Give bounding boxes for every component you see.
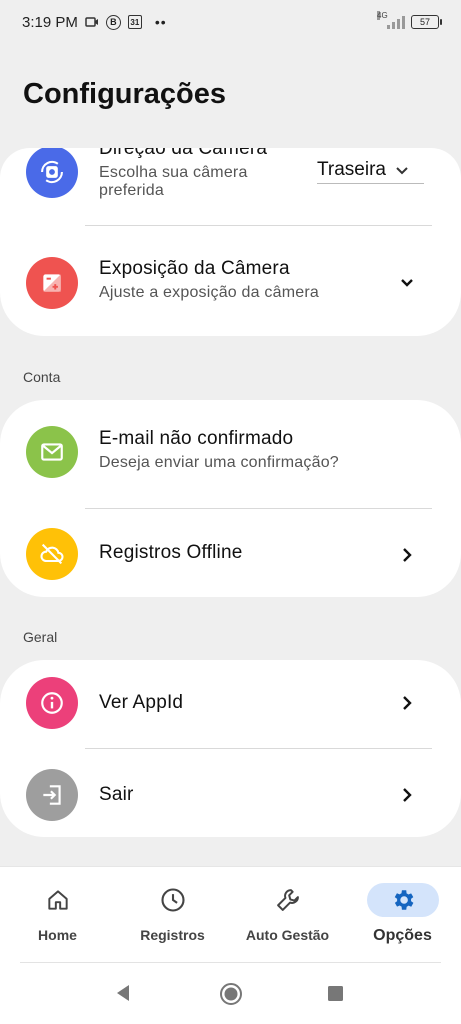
notification-b-icon: B bbox=[105, 14, 121, 30]
home-circle-icon[interactable] bbox=[219, 982, 243, 1006]
chevron-right-icon[interactable] bbox=[398, 694, 416, 712]
signal-icon: 4G bbox=[377, 11, 405, 29]
divider bbox=[85, 225, 432, 226]
wrench-icon bbox=[276, 889, 299, 911]
nav-auto-gestao[interactable]: Auto Gestão bbox=[230, 867, 345, 965]
battery-icon: 57 bbox=[411, 15, 442, 29]
email-confirm-row[interactable]: E-mail não confirmado Deseja enviar uma … bbox=[0, 404, 461, 506]
email-confirm-title: E-mail não confirmado bbox=[99, 428, 294, 449]
info-icon bbox=[26, 677, 78, 729]
chevron-down-icon bbox=[396, 166, 408, 174]
status-bar: 3:19 PM B 31 •• 4G 57 bbox=[0, 0, 461, 44]
nav-registros-label: Registros bbox=[140, 927, 205, 943]
chevron-right-icon[interactable] bbox=[398, 786, 416, 804]
cloud-off-icon bbox=[26, 528, 78, 580]
logout-title: Sair bbox=[99, 784, 134, 805]
nav-home-label: Home bbox=[38, 927, 77, 943]
divider bbox=[85, 508, 432, 509]
nav-opcoes[interactable]: Opções bbox=[345, 867, 460, 965]
system-navigation-bar bbox=[0, 963, 461, 1024]
camera-direction-title: Direção da Câmera bbox=[99, 138, 268, 159]
status-time: 3:19 PM bbox=[22, 13, 78, 31]
camera-exposure-title: Exposição da Câmera bbox=[99, 258, 290, 279]
bottom-navigation: Home Registros Auto Gestão Opções bbox=[0, 866, 461, 964]
exposure-icon bbox=[26, 257, 78, 309]
calendar-icon: 31 bbox=[127, 15, 142, 29]
recents-icon[interactable] bbox=[327, 985, 344, 1002]
home-icon bbox=[47, 890, 68, 910]
battery-level: 57 bbox=[419, 17, 430, 27]
camera-direction-select[interactable]: Traseira bbox=[317, 156, 424, 184]
section-label-general: Geral bbox=[23, 629, 58, 645]
clock-icon bbox=[160, 888, 185, 912]
video-call-icon bbox=[85, 16, 99, 28]
camera-exposure-row[interactable]: Exposição da Câmera Ajuste a exposição d… bbox=[0, 230, 461, 334]
camera-direction-value: Traseira bbox=[317, 158, 386, 180]
view-appid-title: Ver AppId bbox=[99, 692, 184, 713]
offline-records-title: Registros Offline bbox=[99, 542, 243, 563]
more-notifications-icon: •• bbox=[154, 14, 167, 30]
network-type: 4G bbox=[377, 11, 388, 20]
switch-camera-icon bbox=[26, 148, 78, 198]
back-icon[interactable] bbox=[114, 983, 132, 1003]
section-label-account: Conta bbox=[23, 369, 61, 385]
logout-row[interactable]: Sair bbox=[0, 750, 461, 836]
nav-registros[interactable]: Registros bbox=[115, 867, 230, 965]
nav-opcoes-label: Opções bbox=[373, 927, 432, 944]
email-confirm-subtitle: Deseja enviar uma confirmação? bbox=[99, 454, 339, 471]
nav-home[interactable]: Home bbox=[0, 867, 115, 965]
exit-icon bbox=[26, 769, 78, 821]
nav-auto-gestao-label: Auto Gestão bbox=[245, 927, 330, 943]
camera-direction-subtitle: Escolha sua câmera preferida bbox=[99, 164, 248, 199]
view-appid-row[interactable]: Ver AppId bbox=[0, 660, 461, 748]
mail-icon bbox=[26, 426, 78, 478]
gear-icon bbox=[394, 890, 413, 910]
offline-records-row[interactable]: Registros Offline bbox=[0, 510, 461, 596]
divider bbox=[85, 748, 432, 749]
chevron-right-icon[interactable] bbox=[398, 546, 416, 564]
chevron-down-icon[interactable] bbox=[398, 274, 416, 292]
page-title: Configurações bbox=[23, 78, 227, 110]
camera-exposure-subtitle: Ajuste a exposição da câmera bbox=[99, 284, 319, 301]
